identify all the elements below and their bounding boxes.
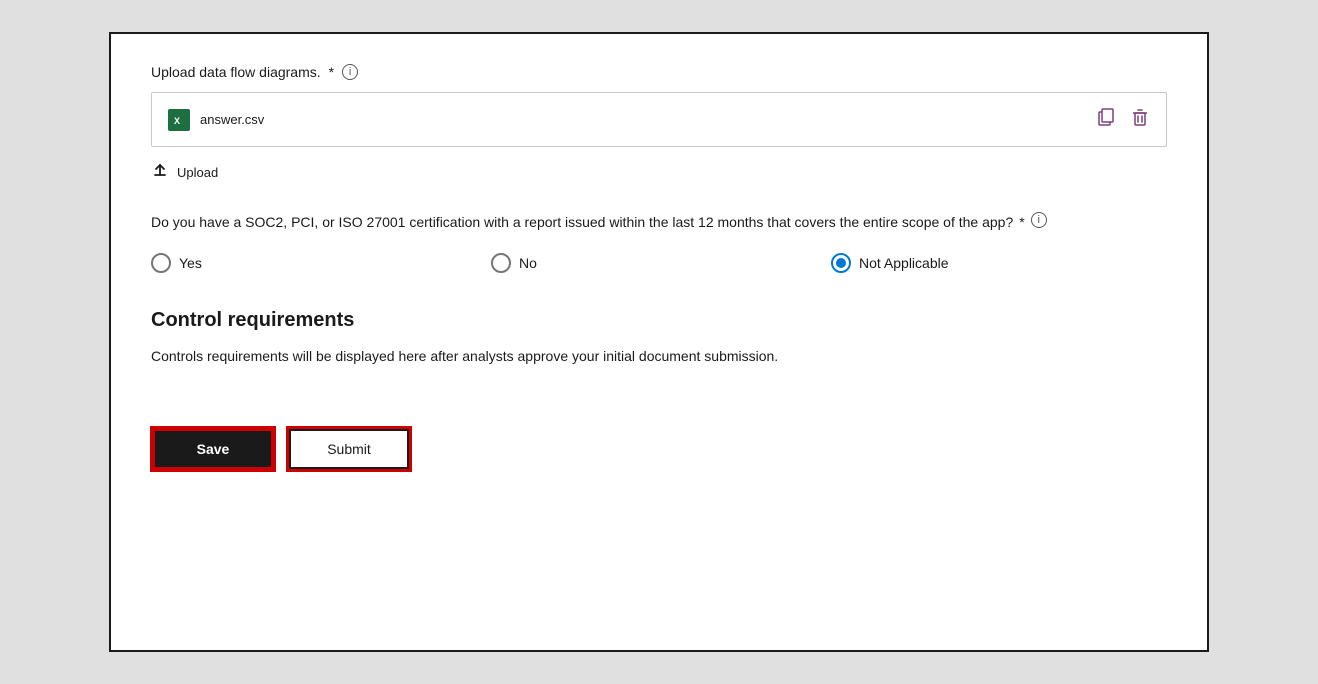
upload-arrow-icon bbox=[151, 161, 169, 184]
radio-option-no[interactable]: No bbox=[491, 253, 831, 273]
radio-yes-label: Yes bbox=[179, 255, 202, 271]
file-actions bbox=[1096, 107, 1150, 132]
upload-section-label: Upload data flow diagrams. * i bbox=[151, 64, 1167, 80]
file-name: answer.csv bbox=[200, 112, 264, 127]
copy-icon[interactable] bbox=[1096, 107, 1116, 132]
excel-file-icon: X bbox=[168, 109, 190, 131]
upload-info-icon[interactable]: i bbox=[342, 64, 358, 80]
button-row: Save Submit bbox=[151, 427, 1167, 471]
save-button-wrapper: Save bbox=[151, 427, 275, 471]
upload-required-star: * bbox=[329, 64, 334, 80]
question-info-icon[interactable]: i bbox=[1031, 212, 1047, 228]
question-label: Do you have a SOC2, PCI, or ISO 27001 ce… bbox=[151, 212, 1167, 233]
radio-not-applicable-label: Not Applicable bbox=[859, 255, 949, 271]
control-requirements-section: Control requirements Controls requiremen… bbox=[151, 309, 1167, 367]
main-container: Upload data flow diagrams. * i X answer.… bbox=[109, 32, 1209, 652]
radio-group: Yes No Not Applicable bbox=[151, 253, 1167, 273]
file-left: X answer.csv bbox=[168, 109, 264, 131]
upload-label-text: Upload data flow diagrams. bbox=[151, 64, 321, 80]
submit-button-wrapper: Submit bbox=[287, 427, 411, 471]
radio-no-circle[interactable] bbox=[491, 253, 511, 273]
radio-no-label: No bbox=[519, 255, 537, 271]
question-required-star: * bbox=[1019, 212, 1024, 233]
delete-icon[interactable] bbox=[1130, 107, 1150, 132]
submit-button[interactable]: Submit bbox=[289, 429, 409, 469]
upload-button[interactable]: Upload bbox=[177, 165, 218, 180]
control-requirements-title: Control requirements bbox=[151, 309, 1167, 332]
radio-option-not-applicable[interactable]: Not Applicable bbox=[831, 253, 949, 273]
radio-option-yes[interactable]: Yes bbox=[151, 253, 491, 273]
question-text: Do you have a SOC2, PCI, or ISO 27001 ce… bbox=[151, 212, 1013, 233]
radio-yes-circle[interactable] bbox=[151, 253, 171, 273]
control-requirements-description: Controls requirements will be displayed … bbox=[151, 346, 1167, 367]
file-box: X answer.csv bbox=[151, 92, 1167, 147]
svg-text:X: X bbox=[174, 116, 180, 126]
upload-row: Upload bbox=[151, 161, 1167, 184]
radio-not-applicable-dot bbox=[836, 258, 846, 268]
save-button[interactable]: Save bbox=[153, 429, 273, 469]
radio-not-applicable-circle[interactable] bbox=[831, 253, 851, 273]
